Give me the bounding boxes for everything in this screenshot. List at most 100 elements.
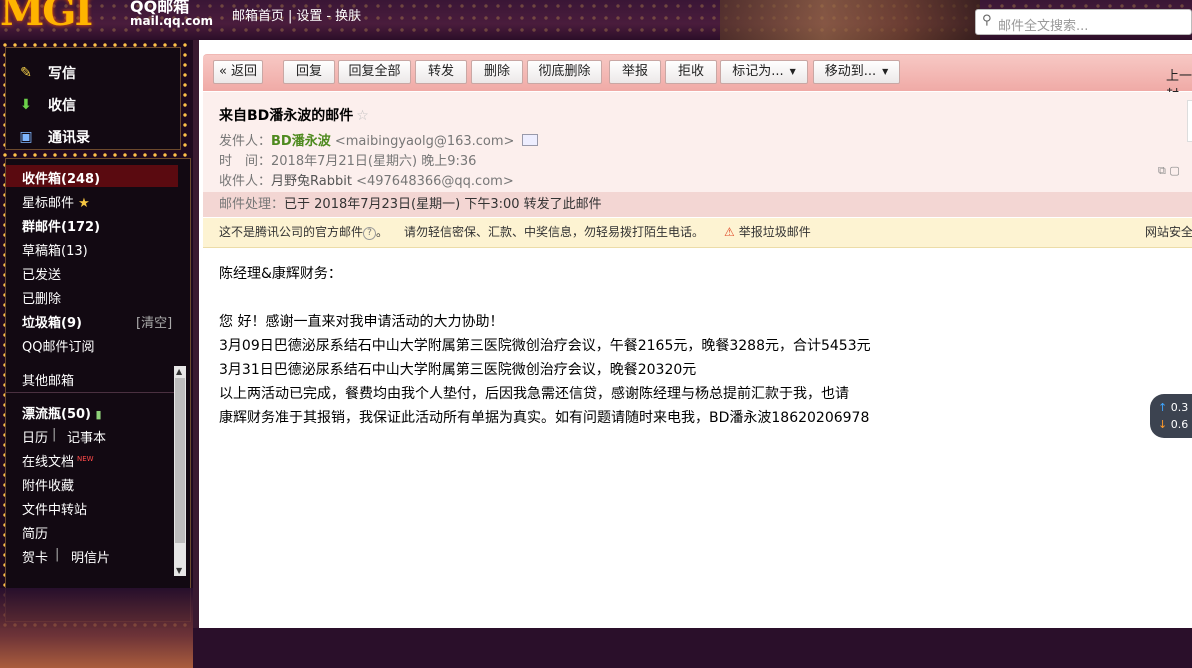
- sender-name[interactable]: BD潘永波: [271, 134, 331, 149]
- folder-inbox[interactable]: 收件箱(248): [22, 168, 100, 187]
- print-icon[interactable]: ▢: [1169, 164, 1179, 177]
- logo-qq: QQ邮箱: [130, 0, 190, 16]
- subject-text: 来自BD潘永波的邮件: [219, 108, 354, 124]
- mail-toolbar: « 返回 回复 回复全部 转发 删除 彻底删除 举报 拒收 标记为... ▼ 移动…: [203, 54, 1192, 103]
- header-tools: ⧉ ▢: [1158, 164, 1180, 178]
- reply-all-button[interactable]: 回复全部: [338, 60, 411, 84]
- app-notes[interactable]: 记事本: [67, 427, 106, 446]
- search-box[interactable]: ⚲ 邮件全文搜索...: [975, 9, 1192, 35]
- reject-button[interactable]: 拒收: [665, 60, 717, 84]
- notice-text: 这不是腾讯公司的官方邮件?。: [219, 225, 389, 240]
- to-label: 收件人：: [219, 174, 272, 189]
- quick-actions: ✎ 写信 ⬇ 收信 ▣ 通讯录: [5, 47, 181, 150]
- mail-body: 陈经理&康辉财务： 您 好！感谢一直来对我申请活动的大力协助！ 3月09日巴德泌…: [219, 262, 871, 430]
- move-to-dropdown[interactable]: 移动到... ▼: [813, 60, 900, 84]
- app-postcards[interactable]: 明信片: [71, 547, 110, 566]
- scrollbar-thumb[interactable]: [175, 378, 185, 543]
- sidebar-scrollbar[interactable]: ▲ ▼: [174, 366, 186, 576]
- star-toggle-icon[interactable]: ☆: [356, 108, 369, 124]
- scroll-up-icon[interactable]: ▲: [176, 367, 182, 376]
- app-file-transfer[interactable]: 文件中转站: [22, 499, 87, 518]
- link-skin[interactable]: 换肤: [335, 9, 361, 24]
- body-line: 3月09日巴德泌尿系结石中山大学附属第三医院微创治疗会议，午餐2165元，晚餐3…: [219, 338, 871, 354]
- contact-card-icon[interactable]: [522, 134, 539, 146]
- compose-button[interactable]: ✎ 写信: [16, 58, 76, 88]
- from-label: 发件人：: [219, 134, 272, 149]
- network-speed-widget[interactable]: ↑ 0.3 ↓ 0.6: [1150, 394, 1192, 438]
- link-separator: |: [52, 427, 57, 442]
- mail-view: « 返回 回复 回复全部 转发 删除 彻底删除 举报 拒收 标记为... ▼ 移动…: [193, 40, 1192, 628]
- process-value: 已于 2018年7月23日(星期一) 下午3:00 转发了此邮件: [284, 197, 602, 212]
- chevron-down-icon: ▼: [882, 67, 889, 76]
- folder-group[interactable]: 群邮件(172): [22, 216, 100, 235]
- time-label: 时 间：: [219, 154, 272, 169]
- recipient-name[interactable]: 月野兔Rabbit: [271, 174, 352, 189]
- receive-button[interactable]: ⬇ 收信: [16, 90, 76, 120]
- sender-avatar[interactable]: [1187, 100, 1192, 142]
- sidebar: ✎ 写信 ⬇ 收信 ▣ 通讯录 收件箱(248) 星标邮件 ★ 群邮件(172)…: [0, 40, 193, 668]
- upload-speed: ↑ 0.3: [1158, 401, 1188, 414]
- delete-forever-button[interactable]: 彻底删除: [527, 60, 602, 84]
- app-drift-bottle[interactable]: 漂流瓶(50) ▮: [22, 403, 102, 422]
- banner-art: [720, 0, 980, 40]
- clear-spam-link[interactable]: [清空]: [136, 312, 172, 331]
- docs-label: 在线文档: [22, 455, 75, 470]
- report-button[interactable]: 举报: [609, 60, 661, 84]
- link-settings[interactable]: 设置: [296, 9, 322, 24]
- compose-icon: ✎: [20, 65, 32, 81]
- sender-address: <maibingyaolg@163.com>: [334, 134, 515, 149]
- report-spam-label: 举报垃圾邮件: [738, 225, 811, 239]
- folder-other[interactable]: 其他邮箱: [22, 370, 74, 389]
- reply-button[interactable]: 回复: [283, 60, 335, 84]
- chevron-down-icon: ▼: [789, 67, 796, 76]
- sidebar-bottom-art: [0, 588, 193, 668]
- compose-label: 写信: [48, 66, 76, 82]
- security-notice: 这不是腾讯公司的官方邮件?。 请勿轻信密保、汇款、中奖信息，勿轻易拨打陌生电话。…: [203, 218, 1192, 248]
- link-separator: -: [326, 9, 332, 24]
- folder-starred-label: 星标邮件: [22, 196, 75, 211]
- app-resume[interactable]: 简历: [22, 523, 48, 542]
- top-banner: MGI QQ邮箱 mail.qq.com 邮箱首页 | 设置 - 换肤 ⚲ 邮件全文搜索…: [0, 0, 1192, 40]
- link-mail-home[interactable]: 邮箱首页: [232, 9, 284, 24]
- process-label: 邮件处理：: [219, 197, 285, 212]
- mark-as-dropdown[interactable]: 标记为... ▼: [720, 60, 808, 84]
- folder-deleted[interactable]: 已删除: [22, 288, 61, 307]
- recipient-address: <497648366@qq.com>: [356, 174, 514, 189]
- arrow-up-icon: ↑: [1158, 401, 1168, 414]
- notice-warning: 请勿轻信密保、汇款、中奖信息，勿轻易拨打陌生电话。: [404, 225, 705, 239]
- folder-drafts[interactable]: 草稿箱(13): [22, 240, 88, 259]
- to-row: 收件人：月野兔Rabbit <497648366@qq.com>: [219, 170, 514, 189]
- folder-subscribe[interactable]: QQ邮件订阅: [22, 336, 94, 355]
- scroll-down-icon[interactable]: ▼: [176, 566, 182, 575]
- body-line: [219, 286, 871, 310]
- report-spam-link[interactable]: ⚠ 举报垃圾邮件: [724, 218, 811, 247]
- folder-starred[interactable]: 星标邮件 ★: [22, 192, 90, 211]
- back-button[interactable]: « 返回: [213, 60, 263, 84]
- app-greeting-cards[interactable]: 贺卡: [22, 547, 48, 566]
- help-icon[interactable]: ?: [363, 227, 377, 240]
- search-icon: ⚲: [982, 13, 992, 28]
- forward-button[interactable]: 转发: [415, 60, 467, 84]
- body-line: 3月31日巴德泌尿系结石中山大学附属第三医院微创治疗会议，晚餐20320元: [219, 362, 697, 378]
- delete-button[interactable]: 删除: [471, 60, 523, 84]
- bottle-icon: ▮: [95, 408, 102, 421]
- notice-official: 这不是腾讯公司的官方邮件: [219, 225, 364, 239]
- app-calendar[interactable]: 日历: [22, 427, 48, 446]
- folder-sent[interactable]: 已发送: [22, 264, 61, 283]
- logo[interactable]: MGI: [0, 0, 93, 35]
- app-online-docs[interactable]: 在线文档 NEW: [22, 451, 94, 470]
- from-row: 发件人：BD潘永波 <maibingyaolg@163.com>: [219, 130, 539, 149]
- drift-label: 漂流瓶(50): [22, 407, 91, 422]
- new-window-icon[interactable]: ⧉: [1158, 164, 1166, 177]
- logo-text[interactable]: QQ邮箱 mail.qq.com: [130, 0, 213, 28]
- arrow-down-icon: ↓: [1158, 418, 1168, 431]
- receive-label: 收信: [48, 98, 76, 114]
- star-icon: ★: [78, 196, 90, 211]
- move-to-label: 移动到...: [824, 64, 877, 79]
- mail-process-bar: 邮件处理：已于 2018年7月23日(星期一) 下午3:00 转发了此邮件: [203, 192, 1192, 217]
- contacts-button[interactable]: ▣ 通讯录: [16, 122, 90, 152]
- time-row: 时 间：2018年7月21日(星期六) 晚上9:36: [219, 150, 476, 169]
- app-attachments[interactable]: 附件收藏: [22, 475, 74, 494]
- folder-spam[interactable]: 垃圾箱(9): [22, 312, 82, 331]
- report-icon: ⚠: [724, 225, 735, 239]
